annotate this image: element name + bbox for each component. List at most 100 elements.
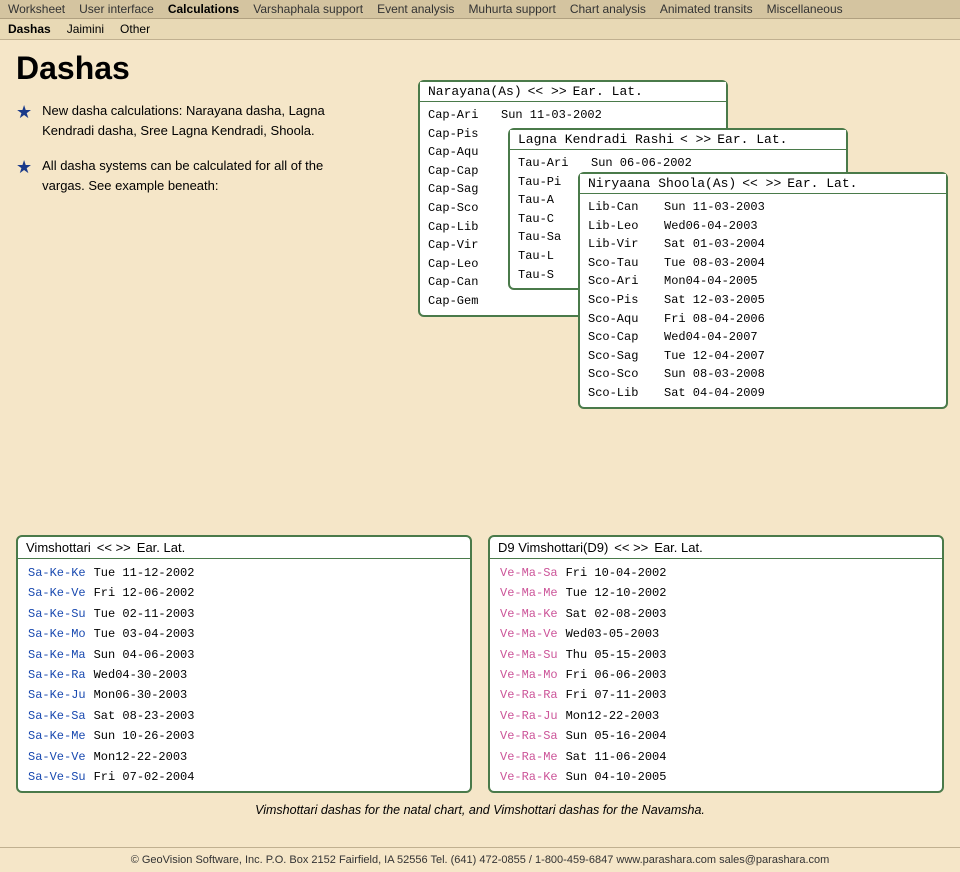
niryaana-extra[interactable]: Ear. Lat.: [787, 176, 857, 191]
d93-l: Ve-Ma-Ve: [500, 624, 558, 644]
subnav-dashas[interactable]: Dashas: [8, 22, 51, 36]
lagna-row-0: Tau-Ari Sun 06-06-2002: [518, 154, 838, 173]
narayana-extra[interactable]: Ear. Lat.: [573, 84, 643, 99]
vim9-d: Mon12-22-2003: [94, 747, 188, 767]
vim5-l: Sa-Ke-Ra: [28, 665, 86, 685]
vim4-l: Sa-Ke-Ma: [28, 645, 86, 665]
d9-row-10: Ve-Ra-Ke Sun 04-10-2005: [500, 767, 932, 787]
d91-d: Tue 12-10-2002: [566, 583, 667, 603]
nav-miscellaneous[interactable]: Miscellaneous: [767, 2, 843, 16]
nir-row-4: Sco-Ari Mon04-04-2005: [588, 272, 938, 291]
vim-row-2: Sa-Ke-Su Tue 02-11-2003: [28, 604, 460, 624]
narayana-row-0-label: Cap-Ari: [428, 106, 493, 125]
d91-l: Ve-Ma-Me: [500, 583, 558, 603]
niryaana-arrows[interactable]: << >>: [742, 176, 781, 191]
d92-d: Sat 02-08-2003: [566, 604, 667, 624]
nir3-d: Tue 08-03-2004: [664, 254, 765, 273]
d9-vimshottari-extra[interactable]: Ear. Lat.: [654, 540, 702, 555]
nir0-l: Lib-Can: [588, 198, 656, 217]
lagna-extra[interactable]: Ear. Lat.: [717, 132, 787, 147]
nir10-l: Sco-Lib: [588, 384, 656, 403]
d9-vimshottari-title: D9 Vimshottari(D9) << >> Ear. Lat.: [490, 537, 942, 559]
nir9-l: Sco-Sco: [588, 365, 656, 384]
vimshottari-extra[interactable]: Ear. Lat.: [137, 540, 185, 555]
nav-calculations[interactable]: Calculations: [168, 2, 239, 16]
d9-vimshottari-label: D9 Vimshottari(D9): [498, 540, 608, 555]
d95-d: Fri 06-06-2003: [566, 665, 667, 685]
nr9-l: Cap-Can: [428, 273, 493, 292]
nir-row-5: Sco-Pis Sat 12-03-2005: [588, 291, 938, 310]
vim-row-0: Sa-Ke-Ke Tue 11-12-2002: [28, 563, 460, 583]
vim0-d: Tue 11-12-2002: [94, 563, 195, 583]
vim5-d: Wed04-30-2003: [94, 665, 188, 685]
d9-row-6: Ve-Ra-Ra Fri 07-11-2003: [500, 685, 932, 705]
d90-d: Fri 10-04-2002: [566, 563, 667, 583]
nr3-l: Cap-Cap: [428, 162, 493, 181]
d94-d: Thu 05-15-2003: [566, 645, 667, 665]
subnav-other[interactable]: Other: [120, 22, 150, 36]
footer: © GeoVision Software, Inc. P.O. Box 2152…: [0, 847, 960, 872]
nir2-d: Sat 01-03-2004: [664, 235, 765, 254]
nav-varshaphala[interactable]: Varshaphala support: [253, 2, 363, 16]
nir6-l: Sco-Aqu: [588, 310, 656, 329]
lagna-arrows[interactable]: < >>: [680, 132, 711, 147]
vimshottari-content: Sa-Ke-Ke Tue 11-12-2002 Sa-Ke-Ve Fri 12-…: [18, 559, 470, 791]
nir-row-0: Lib-Can Sun 11-03-2003: [588, 198, 938, 217]
d910-d: Sun 04-10-2005: [566, 767, 667, 787]
nir-row-6: Sco-Aqu Fri 08-04-2006: [588, 310, 938, 329]
nav-user-interface[interactable]: User interface: [79, 2, 154, 16]
niryaana-content: Lib-Can Sun 11-03-2003 Lib-Leo Wed06-04-…: [580, 194, 946, 407]
vim2-l: Sa-Ke-Su: [28, 604, 86, 624]
vim10-d: Fri 07-02-2004: [94, 767, 195, 787]
nir-row-3: Sco-Tau Tue 08-03-2004: [588, 254, 938, 273]
lr6-l: Tau-S: [518, 266, 583, 285]
niryaana-title: Niryaana Shoola(As) << >> Ear. Lat.: [580, 174, 946, 194]
info-text-1: New dasha calculations: Narayana dasha, …: [42, 101, 342, 140]
vim7-d: Sat 08-23-2003: [94, 706, 195, 726]
d9-vimshottari-panel: D9 Vimshottari(D9) << >> Ear. Lat. Ve-Ma…: [488, 535, 944, 793]
nav-worksheet[interactable]: Worksheet: [8, 2, 65, 16]
d9-row-1: Ve-Ma-Me Tue 12-10-2002: [500, 583, 932, 603]
d98-d: Sun 05-16-2004: [566, 726, 667, 746]
nav-chart-analysis[interactable]: Chart analysis: [570, 2, 646, 16]
narayana-row-0-date: Sun 11-03-2002: [501, 106, 602, 125]
lr2-l: Tau-A: [518, 191, 583, 210]
nir-row-10: Sco-Lib Sat 04-04-2009: [588, 384, 938, 403]
sub-navigation: Dashas Jaimini Other: [0, 19, 960, 40]
nir2-l: Lib-Vir: [588, 235, 656, 254]
d90-l: Ve-Ma-Sa: [500, 563, 558, 583]
d9-vimshottari-content: Ve-Ma-Sa Fri 10-04-2002 Ve-Ma-Me Tue 12-…: [490, 559, 942, 791]
info-text-2: All dasha systems can be calculated for …: [42, 156, 342, 195]
d92-l: Ve-Ma-Ke: [500, 604, 558, 624]
vim-row-10: Sa-Ve-Su Fri 07-02-2004: [28, 767, 460, 787]
lr3-l: Tau-C: [518, 210, 583, 229]
caption: Vimshottari dashas for the natal chart, …: [16, 803, 944, 817]
d9-row-4: Ve-Ma-Su Thu 05-15-2003: [500, 645, 932, 665]
vim-row-4: Sa-Ke-Ma Sun 04-06-2003: [28, 645, 460, 665]
nir1-l: Lib-Leo: [588, 217, 656, 236]
star-icon-2: ★: [16, 157, 32, 178]
nav-muhurta[interactable]: Muhurta support: [468, 2, 555, 16]
nav-animated-transits[interactable]: Animated transits: [660, 2, 753, 16]
nir-row-1: Lib-Leo Wed06-04-2003: [588, 217, 938, 236]
d9-vimshottari-arrows[interactable]: << >>: [614, 540, 648, 555]
nr8-l: Cap-Leo: [428, 255, 493, 274]
lr0-d: Sun 06-06-2002: [591, 154, 692, 173]
narayana-arrows[interactable]: << >>: [528, 84, 567, 99]
vim4-d: Sun 04-06-2003: [94, 645, 195, 665]
vimshottari-arrows[interactable]: << >>: [97, 540, 131, 555]
nir8-l: Sco-Sag: [588, 347, 656, 366]
d9-row-3: Ve-Ma-Ve Wed03-05-2003: [500, 624, 932, 644]
vim10-l: Sa-Ve-Su: [28, 767, 86, 787]
nav-event-analysis[interactable]: Event analysis: [377, 2, 454, 16]
nir6-d: Fri 08-04-2006: [664, 310, 765, 329]
vim-row-5: Sa-Ke-Ra Wed04-30-2003: [28, 665, 460, 685]
nir-row-7: Sco-Cap Wed04-04-2007: [588, 328, 938, 347]
nir9-d: Sun 08-03-2008: [664, 365, 765, 384]
niryaana-label: Niryaana Shoola(As): [588, 176, 736, 191]
vim-row-1: Sa-Ke-Ve Fri 12-06-2002: [28, 583, 460, 603]
narayana-row-0: Cap-Ari Sun 11-03-2002: [428, 106, 718, 125]
subnav-jaimini[interactable]: Jaimini: [67, 22, 104, 36]
lr4-l: Tau-Sa: [518, 228, 583, 247]
lr0-l: Tau-Ari: [518, 154, 583, 173]
